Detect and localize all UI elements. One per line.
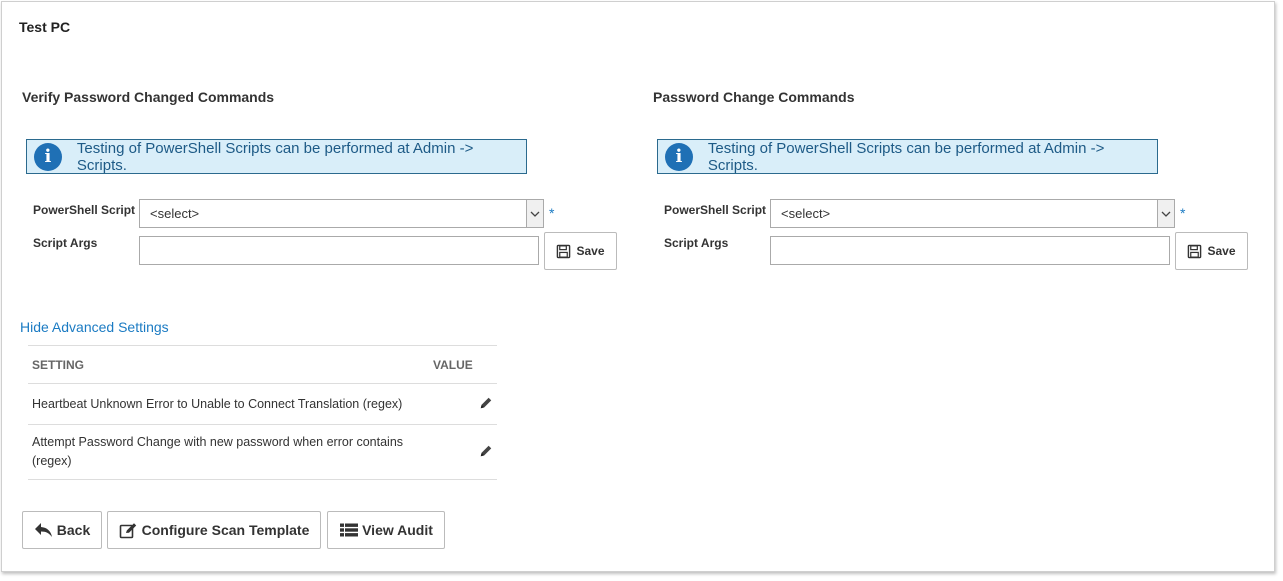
change-args-input[interactable]	[770, 236, 1170, 265]
column-header-value: VALUE	[429, 345, 497, 384]
verify-args-label: Script Args	[33, 236, 98, 250]
verify-script-select[interactable]: <select>	[139, 199, 544, 228]
verify-script-label: PowerShell Script	[33, 203, 136, 217]
verify-info-box: i Testing of PowerShell Scripts can be p…	[26, 139, 527, 174]
change-script-value: <select>	[781, 206, 831, 221]
verify-script-value: <select>	[150, 206, 200, 221]
setting-name: Attempt Password Change with new passwor…	[28, 424, 429, 480]
info-icon: i	[665, 142, 693, 171]
verify-required-mark: *	[549, 205, 555, 221]
chevron-down-icon	[526, 200, 543, 227]
edit-setting-cell	[429, 383, 497, 425]
verify-save-button[interactable]: Save	[544, 232, 617, 270]
hide-advanced-settings-link[interactable]: Hide Advanced Settings	[20, 319, 169, 335]
page-title: Test PC	[19, 19, 71, 35]
change-save-button[interactable]: Save	[1175, 232, 1248, 270]
reply-arrow-icon	[34, 523, 52, 537]
change-required-mark: *	[1180, 205, 1186, 221]
edit-setting-cell	[429, 424, 497, 480]
change-args-label: Script Args	[664, 236, 729, 250]
content-panel	[1, 1, 1275, 572]
list-icon	[340, 523, 359, 537]
view-audit-button[interactable]: View Audit	[327, 511, 445, 549]
configure-scan-template-button[interactable]: Configure Scan Template	[107, 511, 321, 549]
verify-args-input[interactable]	[139, 236, 539, 265]
advanced-settings-table: SETTING VALUE Heartbeat Unknown Error to…	[28, 345, 497, 480]
view-audit-label: View Audit	[362, 522, 433, 538]
change-info-box: i Testing of PowerShell Scripts can be p…	[657, 139, 1158, 174]
table-header-row: SETTING VALUE	[28, 345, 497, 384]
column-header-setting: SETTING	[28, 345, 429, 384]
change-script-select[interactable]: <select>	[770, 199, 1175, 228]
verify-info-text: Testing of PowerShell Scripts can be per…	[76, 139, 474, 174]
table-row: Heartbeat Unknown Error to Unable to Con…	[28, 383, 497, 425]
info-icon: i	[34, 142, 62, 171]
change-section-title: Password Change Commands	[653, 89, 855, 105]
change-save-label: Save	[1207, 244, 1236, 258]
floppy-disk-icon	[557, 244, 571, 258]
configure-scan-template-label: Configure Scan Template	[141, 522, 310, 538]
back-button[interactable]: Back	[22, 511, 102, 549]
change-script-label: PowerShell Script	[664, 203, 767, 217]
pencil-icon[interactable]	[479, 396, 493, 410]
floppy-disk-icon	[1188, 244, 1202, 258]
verify-save-label: Save	[576, 244, 605, 258]
chevron-down-icon	[1157, 200, 1174, 227]
back-label: Back	[56, 522, 91, 538]
change-info-text: Testing of PowerShell Scripts can be per…	[707, 139, 1105, 174]
table-row: Attempt Password Change with new passwor…	[28, 424, 497, 480]
verify-section-title: Verify Password Changed Commands	[22, 89, 275, 105]
pencil-icon[interactable]	[479, 444, 493, 458]
edit-square-icon	[119, 522, 136, 538]
setting-name: Heartbeat Unknown Error to Unable to Con…	[28, 383, 429, 425]
